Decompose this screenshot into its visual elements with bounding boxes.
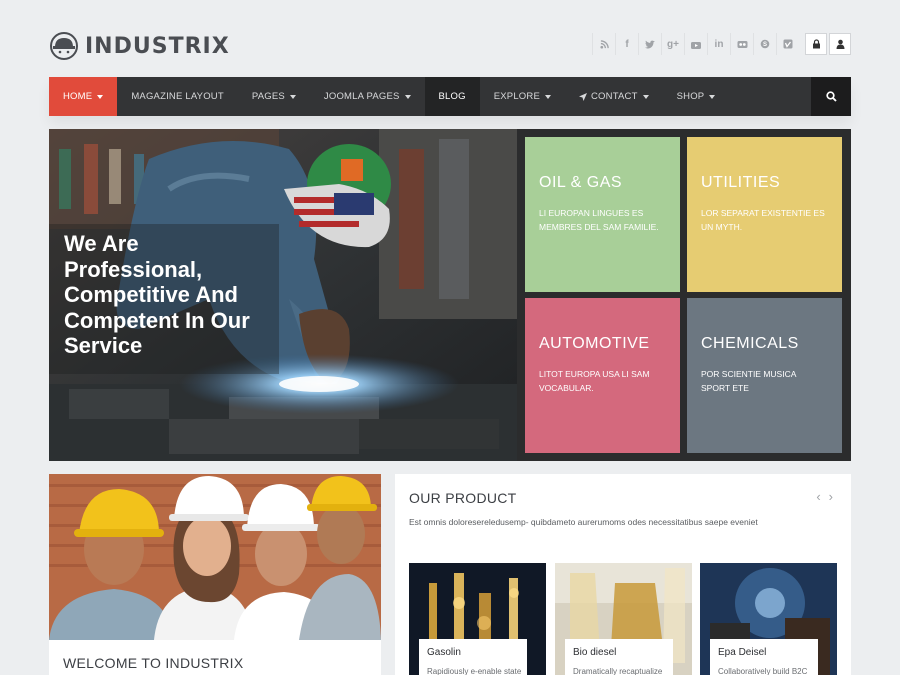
welcome-title: WELCOME TO INDUSTRIX [63, 655, 244, 671]
youtube-icon[interactable] [684, 33, 707, 55]
chevron-right-icon[interactable]: › [829, 489, 833, 504]
tile-description: POR SCIENTIE MUSICA SPORT ETE [701, 369, 796, 393]
product-caption: Bio diesel Dramatically recaptualize [565, 639, 673, 675]
hero-title: We Are Professional, Competitive And Com… [64, 231, 250, 358]
product-name: Epa Deisel [718, 647, 767, 658]
main-nav: HOME MAGAZINE LAYOUT PAGES JOOMLA PAGES … [49, 77, 851, 116]
tile-title: CHEMICALS [701, 335, 799, 352]
hero-section: We Are Professional, Competitive And Com… [49, 129, 851, 461]
product-name: Gasolin [427, 647, 461, 658]
product-panel: OUR PRODUCT ‹ › Est omnis doloresereledu… [395, 474, 851, 675]
product-section-title: OUR PRODUCT [409, 490, 517, 506]
flickr-icon[interactable] [730, 33, 753, 55]
tile-chemicals[interactable]: CHEMICALS POR SCIENTIE MUSICA SPORT ETE [687, 298, 842, 453]
chevron-left-icon[interactable]: ‹ [816, 489, 820, 504]
product-description: Rapidiously e-enable state [427, 667, 522, 675]
welcome-panel: WELCOME TO INDUSTRIX [49, 474, 381, 675]
product-name: Bio diesel [573, 647, 617, 658]
twitter-icon[interactable] [638, 33, 661, 55]
nav-item-shop[interactable]: SHOP [663, 77, 730, 116]
nav-item-magazine-layout[interactable]: MAGAZINE LAYOUT [117, 77, 238, 116]
brand-logo[interactable]: INDUSTRIX [49, 31, 230, 61]
product-card[interactable]: Epa Deisel Collaboratively build B2C [700, 563, 837, 675]
tile-oil-gas[interactable]: OIL & GAS LI EUROPAN LINGUES ES MEMBRES … [525, 137, 680, 292]
product-description: Dramatically recaptualize [573, 667, 663, 675]
tile-title: OIL & GAS [539, 174, 623, 191]
product-caption: Gasolin Rapidiously e-enable state [419, 639, 527, 675]
svg-text:S: S [763, 42, 767, 48]
user-icon[interactable] [829, 33, 851, 55]
product-description: Collaboratively build B2C [718, 667, 808, 675]
tile-automotive[interactable]: AUTOMOTIVE LITOT EUROPA USA LI SAM VOCAB… [525, 298, 680, 453]
product-caption: Epa Deisel Collaboratively build B2C [710, 639, 818, 675]
nav-item-contact[interactable]: CONTACT [565, 77, 663, 116]
nav-item-explore[interactable]: EXPLORE [480, 77, 565, 116]
google-plus-icon[interactable]: g+ [661, 33, 684, 55]
hardhat-logo-icon [50, 32, 78, 60]
search-icon [825, 91, 837, 102]
product-card[interactable]: Gasolin Rapidiously e-enable state [409, 563, 546, 675]
search-button[interactable] [811, 77, 851, 116]
tile-description: LOR SEPARAT EXISTENTIE ES UN MYTH. [701, 208, 825, 232]
lock-icon[interactable] [805, 33, 827, 55]
skype-icon[interactable]: S [753, 33, 776, 55]
nav-item-pages[interactable]: PAGES [238, 77, 310, 116]
social-links: f g+ in S [592, 33, 851, 55]
tile-title: AUTOMOTIVE [539, 335, 650, 352]
tile-description: LI EUROPAN LINGUES ES MEMBRES DEL SAM FA… [539, 208, 659, 232]
team-photo [49, 474, 381, 640]
nav-item-joomla-pages[interactable]: JOOMLA PAGES [310, 77, 425, 116]
tile-description: LITOT EUROPA USA LI SAM VOCABULAR. [539, 369, 650, 393]
facebook-icon[interactable]: f [615, 33, 638, 55]
product-section-description: Est omnis doloresereledusemp- quibdameto… [409, 517, 758, 527]
brand-name: INDUSTRIX [85, 33, 230, 59]
tile-utilities[interactable]: UTILITIES LOR SEPARAT EXISTENTIE ES UN M… [687, 137, 842, 292]
nav-item-blog[interactable]: BLOG [424, 77, 480, 116]
vimeo-icon[interactable] [776, 33, 799, 55]
nav-item-home[interactable]: HOME [49, 77, 118, 116]
carousel-controls: ‹ › [816, 489, 833, 504]
location-arrow-icon [579, 92, 587, 101]
rss-icon[interactable] [592, 33, 615, 55]
product-card[interactable]: Bio diesel Dramatically recaptualize [555, 563, 692, 675]
tile-title: UTILITIES [701, 174, 781, 191]
linkedin-icon[interactable]: in [707, 33, 730, 55]
